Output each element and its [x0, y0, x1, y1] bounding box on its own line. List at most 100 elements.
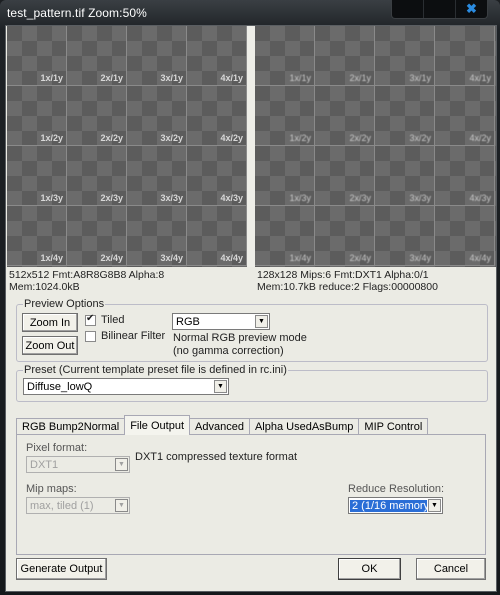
reduce-resolution-value: 2 (1/16 memory) [350, 499, 427, 512]
tile-label: 3x/3y [409, 193, 431, 203]
preview-tile: 1x/3y [255, 146, 315, 206]
close-button[interactable]: ✖ [456, 0, 487, 18]
preview-area: 1x/1y 2x/1y 3x/1y 4x/1y 1x/2y 2x/2y 3x/2y 4x/2y… [6, 26, 496, 267]
preview-mode-note-line2: (no gamma correction) [173, 345, 284, 357]
preview-tile: 2x/2y [67, 86, 127, 146]
source-info-line1: 512x512 Fmt:A8R8G8B8 Alpha:8 [9, 269, 165, 281]
tab-file-output[interactable]: File Output [124, 415, 191, 435]
close-icon: ✖ [466, 1, 477, 16]
preview-tile: 4x/3y [435, 146, 495, 206]
tile-label: 3x/3y [160, 193, 183, 203]
preview-tile: 3x/1y [127, 26, 187, 86]
tile-label: 2x/3y [100, 193, 123, 203]
tile-label: 1x/1y [40, 73, 63, 83]
preview-tile: 2x/4y [67, 206, 127, 266]
tile-label: 1x/3y [289, 193, 311, 203]
preview-tile: 1x/1y [7, 26, 67, 86]
source-preview[interactable]: 1x/1y 2x/1y 3x/1y 4x/1y 1x/2y 2x/2y 3x/2y 4x/2y… [7, 26, 247, 267]
ok-button[interactable]: OK [338, 558, 401, 580]
preview-tile: 3x/1y [375, 26, 435, 86]
tiled-label: Tiled [101, 314, 125, 326]
output-preview[interactable]: 1x/1y 2x/1y 3x/1y 4x/1y 1x/2y 2x/2y 3x/2y 4x/2y… [255, 26, 496, 267]
tile-label: 2x/2y [100, 133, 123, 143]
tile-label: 2x/4y [349, 253, 371, 263]
preview-tile: 3x/4y [127, 206, 187, 266]
tab-rgb-bump2normal[interactable]: RGB Bump2Normal [16, 418, 126, 435]
tile-label: 3x/4y [160, 253, 183, 263]
bilinear-filter-checkbox-box[interactable] [85, 330, 96, 342]
preview-tile: 2x/3y [67, 146, 127, 206]
pixel-format-value: DXT1 [30, 458, 59, 471]
preview-tile: 2x/1y [67, 26, 127, 86]
tile-label: 4x/4y [220, 253, 243, 263]
tile-label: 2x/3y [349, 193, 371, 203]
tile-label: 4x/3y [220, 193, 243, 203]
preview-tile: 1x/1y [255, 26, 315, 86]
preview-tile: 1x/2y [255, 86, 315, 146]
preset-value: Diffuse_lowQ [27, 380, 93, 393]
tile-label: 4x/1y [220, 73, 243, 83]
tiled-checkbox-box[interactable] [85, 313, 96, 326]
chevron-down-icon[interactable]: ▼ [214, 380, 227, 393]
reduce-resolution-select[interactable]: 2 (1/16 memory) ▼ [348, 497, 443, 514]
cancel-button[interactable]: Cancel [416, 558, 486, 580]
preview-tile: 2x/2y [315, 86, 375, 146]
settings-tabs: RGB Bump2Normal File Output Advanced Alp… [16, 415, 429, 435]
preset-select[interactable]: Diffuse_lowQ ▼ [23, 378, 229, 395]
preset-legend: Preset (Current template preset file is … [23, 364, 288, 376]
file-output-panel: Pixel format: DXT1 ▼ DXT1 compressed tex… [16, 434, 486, 555]
preview-tile: 3x/2y [375, 86, 435, 146]
pixel-format-select: DXT1 ▼ [26, 456, 130, 473]
tile-label: 3x/2y [160, 133, 183, 143]
tile-label: 1x/1y [289, 73, 311, 83]
bilinear-filter-checkbox[interactable]: Bilinear Filter [85, 330, 165, 342]
zoom-in-button[interactable]: Zoom In [22, 313, 78, 332]
preset-group: Preset (Current template preset file is … [16, 364, 488, 402]
preview-mode-select[interactable]: RGB ▼ [172, 313, 270, 330]
preview-tile: 1x/2y [7, 86, 67, 146]
preview-tile: 4x/2y [435, 86, 495, 146]
preview-tile: 1x/4y [255, 206, 315, 266]
tile-label: 3x/4y [409, 253, 431, 263]
tile-label: 4x/3y [469, 193, 491, 203]
title-bar[interactable]: test_pattern.tif Zoom:50% ✖ [0, 0, 500, 26]
chevron-down-icon: ▼ [115, 458, 128, 471]
chevron-down-icon: ▼ [115, 499, 128, 512]
pixel-format-label: Pixel format: [26, 442, 88, 454]
preview-tile: 4x/4y [435, 206, 495, 266]
tile-label: 2x/4y [100, 253, 123, 263]
preview-tile: 4x/1y [187, 26, 247, 86]
pixel-format-note: DXT1 compressed texture format [135, 451, 298, 463]
preview-splitter[interactable] [247, 26, 255, 267]
tile-label: 3x/2y [409, 133, 431, 143]
preview-tile: 4x/2y [187, 86, 247, 146]
zoom-out-button[interactable]: Zoom Out [22, 336, 78, 355]
minimize-button[interactable] [392, 0, 424, 18]
preview-tile: 3x/4y [375, 206, 435, 266]
bilinear-filter-label: Bilinear Filter [101, 330, 166, 342]
tile-label: 1x/4y [40, 253, 63, 263]
source-info-line2: Mem:1024.0kB [9, 281, 80, 293]
tab-alpha-usedasbump[interactable]: Alpha UsedAsBump [248, 418, 360, 435]
tile-label: 1x/2y [40, 133, 63, 143]
mip-maps-label: Mip maps: [26, 483, 77, 495]
preview-tile: 1x/4y [7, 206, 67, 266]
tile-label: 4x/2y [469, 133, 491, 143]
preview-mode-note-line1: Normal RGB preview mode [173, 332, 307, 344]
preview-tile: 2x/1y [315, 26, 375, 86]
window-controls: ✖ [391, 0, 488, 19]
tiled-checkbox[interactable]: Tiled [85, 313, 125, 326]
maximize-button[interactable] [424, 0, 456, 18]
chevron-down-icon[interactable]: ▼ [428, 499, 441, 512]
reduce-resolution-label: Reduce Resolution: [348, 483, 445, 495]
chevron-down-icon[interactable]: ▼ [255, 315, 268, 328]
output-info-line2: Mem:10.7kB reduce:2 Flags:00000800 [257, 281, 438, 293]
tile-label: 2x/1y [349, 73, 371, 83]
generate-output-button[interactable]: Generate Output [16, 558, 107, 580]
preview-tile: 3x/2y [127, 86, 187, 146]
mip-maps-select: max, tiled (1) ▼ [26, 497, 130, 514]
tab-mip-control[interactable]: MIP Control [358, 418, 429, 435]
tile-label: 4x/2y [220, 133, 243, 143]
tile-label: 3x/1y [409, 73, 431, 83]
tab-advanced[interactable]: Advanced [189, 418, 250, 435]
